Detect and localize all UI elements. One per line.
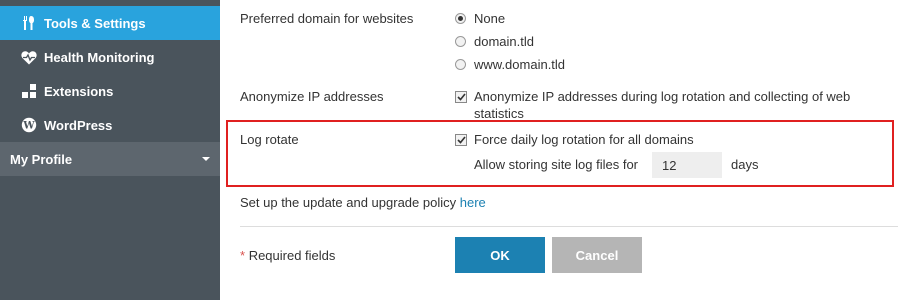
divider: [240, 226, 898, 227]
log-storing-suffix: days: [731, 157, 759, 172]
radio-button[interactable]: [455, 13, 466, 24]
radio-button[interactable]: [455, 36, 466, 47]
preferred-domain-label: Preferred domain for websites: [240, 11, 414, 26]
extensions-icon: [19, 83, 39, 99]
sidebar-item-extensions[interactable]: Extensions: [0, 74, 220, 108]
update-policy-text: Set up the update and upgrade policy her…: [240, 195, 486, 210]
radio-option-label: www.domain.tld: [474, 57, 566, 72]
sidebar: Tools & Settings Health Monitoring Exten…: [0, 0, 220, 300]
sidebar-item-tools-settings[interactable]: Tools & Settings: [0, 6, 220, 40]
required-asterisk: *: [240, 248, 246, 263]
required-fields-text: Required fields: [248, 248, 336, 263]
anonymize-ip-label: Anonymize IP addresses: [240, 89, 384, 104]
chevron-down-icon: [202, 157, 210, 161]
anonymize-ip-checkbox[interactable]: [455, 91, 467, 103]
checkmark-icon: [456, 93, 466, 101]
radio-option-www-domain-tld[interactable]: www.domain.tld: [455, 57, 565, 72]
my-profile-label: My Profile: [10, 151, 73, 167]
log-rotate-label: Log rotate: [240, 132, 299, 147]
my-profile-menu[interactable]: My Profile: [0, 142, 220, 176]
radio-option-none[interactable]: None: [455, 11, 505, 26]
tools-icon: [19, 15, 39, 31]
sidebar-item-health-monitoring[interactable]: Health Monitoring: [0, 40, 220, 74]
required-fields-note: * Required fields: [240, 248, 335, 263]
radio-option-label: domain.tld: [474, 34, 534, 49]
log-rotate-checkbox[interactable]: [455, 133, 467, 146]
sidebar-item-label: Health Monitoring: [44, 49, 155, 65]
sidebar-item-label: Extensions: [44, 83, 114, 99]
heart-pulse-icon: [19, 50, 39, 65]
update-policy-link[interactable]: here: [460, 195, 486, 210]
ok-button[interactable]: OK: [455, 237, 545, 273]
log-rotate-highlight-box: [226, 120, 894, 187]
radio-button[interactable]: [455, 59, 466, 70]
log-rotate-checkbox-row[interactable]: Force daily log rotation for all domains: [455, 132, 694, 147]
sidebar-item-label: Tools & Settings: [44, 15, 146, 31]
wordpress-icon: W: [19, 117, 39, 133]
checkmark-icon: [456, 135, 466, 144]
radio-option-domain-tld[interactable]: domain.tld: [455, 34, 534, 49]
cancel-button[interactable]: Cancel: [552, 237, 642, 273]
update-policy-label: Set up the update and upgrade policy: [240, 195, 457, 210]
sidebar-item-label: WordPress: [44, 117, 113, 133]
radio-option-label: None: [474, 11, 506, 26]
log-storing-prefix: Allow storing site log files for: [474, 157, 639, 172]
sidebar-item-wordpress[interactable]: W WordPress: [0, 108, 220, 142]
log-rotate-checkbox-label: Force daily log rotation for all domains: [474, 132, 694, 147]
svg-text:W: W: [22, 121, 35, 132]
anonymize-ip-checkbox-label: Anonymize IP addresses during log rotati…: [474, 89, 851, 121]
anonymize-ip-checkbox-row[interactable]: Anonymize IP addresses during log rotati…: [455, 89, 875, 122]
log-storing-days-input[interactable]: [652, 152, 722, 178]
